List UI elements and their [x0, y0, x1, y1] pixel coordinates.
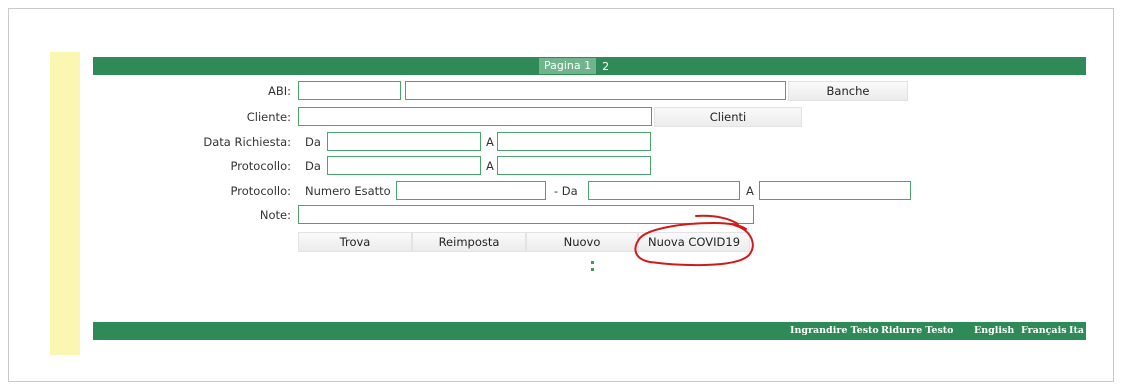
- note-input[interactable]: [298, 205, 754, 224]
- footer-english-link[interactable]: English: [974, 322, 1014, 340]
- pager-link-page-2[interactable]: 2: [602, 60, 609, 73]
- ridurre-testo-text: Ridurre Testo: [881, 325, 954, 336]
- abi-name-input[interactable]: [405, 81, 786, 100]
- data-da-input[interactable]: [327, 132, 481, 151]
- footer-italiano-link[interactable]: Ita: [1069, 322, 1086, 340]
- nuova-covid19-button[interactable]: Nuova COVID19: [638, 232, 750, 252]
- footer-ingrandire-link[interactable]: Ingrandire Testo: [790, 322, 879, 340]
- pager-current-page: Pagina 1: [539, 58, 597, 74]
- banche-button[interactable]: Banche: [788, 81, 908, 101]
- english-text: English: [974, 325, 1015, 336]
- protocollo-da-input[interactable]: [327, 156, 481, 175]
- protocollo-a-input[interactable]: [497, 156, 651, 175]
- francais-text: Français: [1021, 325, 1067, 336]
- italiano-text: Ita: [1069, 325, 1084, 336]
- data-da-label: Da: [305, 135, 321, 149]
- numero-esatto-label: Numero Esatto: [305, 184, 391, 198]
- protocollo-exact-label: Protocollo:: [230, 184, 291, 198]
- reimposta-button[interactable]: Reimposta: [412, 232, 526, 252]
- numero-esatto-input[interactable]: [396, 181, 546, 200]
- abi-label: ABI:: [267, 84, 291, 98]
- range-a-input[interactable]: [759, 181, 911, 200]
- more-options-icon[interactable]: [591, 261, 595, 275]
- data-richiesta-label: Data Richiesta:: [203, 135, 291, 149]
- clienti-button[interactable]: Clienti: [654, 107, 802, 127]
- pager: Pagina 1 2: [539, 58, 609, 74]
- data-a-label: A: [486, 135, 494, 149]
- cliente-input[interactable]: [298, 107, 652, 126]
- protocollo-label: Protocollo:: [230, 159, 291, 173]
- ingrandire-testo-text: Ingrandire Testo: [790, 325, 879, 336]
- range-da-label: - Da: [554, 184, 578, 198]
- trova-button[interactable]: Trova: [298, 232, 412, 252]
- range-a-label: A: [746, 184, 754, 198]
- range-da-input[interactable]: [588, 181, 740, 200]
- abi-code-input[interactable]: [298, 81, 401, 100]
- footer-francais-link[interactable]: Français: [1021, 322, 1067, 340]
- nuovo-button[interactable]: Nuovo: [526, 232, 638, 252]
- note-label: Note:: [259, 208, 291, 222]
- sidebar-strip: [50, 52, 80, 355]
- protocollo-da-label: Da: [305, 159, 321, 173]
- protocollo-a-label: A: [486, 159, 494, 173]
- cliente-label: Cliente:: [246, 110, 291, 124]
- footer-ridurre-link[interactable]: Ridurre Testo: [881, 322, 954, 340]
- data-a-input[interactable]: [497, 132, 651, 151]
